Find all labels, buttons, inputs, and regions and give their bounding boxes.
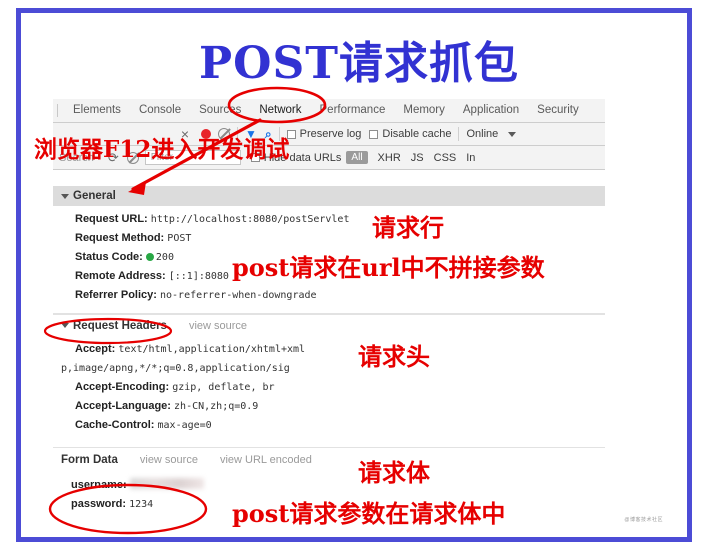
row-status-code: Status Code: 200 (75, 248, 621, 267)
general-rows: Request URL: http://localhost:8080/postS… (53, 206, 621, 307)
value-accept-language: zh-CN,zh;q=0.9 (174, 401, 259, 412)
value-referrer-policy: no-referrer-when-downgrade (160, 290, 317, 301)
tabbar-left-separator (57, 104, 58, 117)
section-title-general: General (73, 190, 116, 202)
row-accept-continued: p,image/apng,*/*;q=0.8,application/sig (61, 359, 351, 378)
tab-application[interactable]: Application (454, 99, 528, 122)
view-source-link-headers[interactable]: view source (189, 320, 247, 332)
hide-data-urls-label[interactable]: Hide data URLs (264, 152, 342, 164)
devtools-tabbar: Elements Console Sources Network Perform… (53, 99, 605, 123)
form-data-rows: username: password: 1234 (53, 472, 605, 516)
blue-frame-border: POST请求抓包 Elements Console Sources Networ… (16, 8, 692, 542)
value-username-redacted (129, 478, 204, 489)
key-request-url: Request URL: (75, 213, 148, 225)
value-request-url: http://localhost:8080/postServlet (150, 214, 350, 225)
filter-type-js[interactable]: JS (411, 152, 424, 164)
row-cache-control: Cache-Control: max-age=0 (75, 416, 351, 435)
value-accept-continued: p,image/apng,*/*;q=0.8,application/sig (61, 363, 290, 374)
devtools-panel: Elements Console Sources Network Perform… (53, 99, 621, 518)
filter-input[interactable]: Filter (144, 150, 241, 165)
view-source-link-form[interactable]: view source (140, 454, 198, 466)
row-password: password: 1234 (71, 495, 605, 514)
view-url-encoded-link[interactable]: view URL encoded (220, 454, 312, 466)
row-accept-encoding: Accept-Encoding: gzip, deflate, br (75, 378, 351, 397)
section-title-form-data: Form Data (61, 454, 118, 466)
search-icon[interactable]: ⌕ (265, 127, 272, 142)
tab-network[interactable]: Network (250, 99, 310, 122)
search-input[interactable]: Search (59, 152, 94, 164)
row-accept-language: Accept-Language: zh-CN,zh;q=0.9 (75, 397, 351, 416)
key-status-code: Status Code: (75, 251, 143, 263)
toolbar-separator-1 (237, 127, 238, 141)
filter-icon[interactable]: ▼ (245, 127, 257, 141)
filter-type-xhr[interactable]: XHR (378, 152, 401, 164)
network-filterbar: Search ⟳ Filter Hide data URLs All XHR J… (53, 146, 605, 170)
filter-type-img[interactable]: In (466, 152, 475, 164)
key-cache-control: Cache-Control: (75, 419, 155, 431)
key-remote-address: Remote Address: (75, 270, 166, 282)
key-accept-language: Accept-Language: (75, 400, 171, 412)
row-request-method: Request Method: POST (75, 229, 621, 248)
value-accept: text/html,application/xhtml+xml (118, 344, 306, 355)
value-password: 1234 (129, 499, 154, 510)
tab-memory[interactable]: Memory (394, 99, 454, 122)
page-title: POST请求抓包 (199, 38, 519, 89)
disable-cache-label[interactable]: Disable cache (382, 128, 451, 140)
refresh-icon[interactable]: ⟳ (108, 150, 119, 166)
disable-cache-checkbox[interactable] (369, 129, 379, 139)
section-header-general[interactable]: General (53, 186, 605, 206)
screenshot-root: POST请求抓包 Elements Console Sources Networ… (0, 0, 703, 554)
tab-sources[interactable]: Sources (190, 99, 250, 122)
panel-gap (53, 170, 605, 186)
toolbar-separator-3 (458, 127, 460, 141)
tab-console[interactable]: Console (130, 99, 190, 122)
key-referrer-policy: Referrer Policy: (75, 289, 157, 301)
toolbar-separator-2 (278, 127, 280, 141)
request-headers-rows: Accept: text/html,application/xhtml+xml … (53, 336, 351, 437)
record-icon[interactable] (201, 129, 211, 139)
key-accept-encoding: Accept-Encoding: (75, 381, 170, 393)
key-request-method: Request Method: (75, 232, 165, 244)
hide-data-urls-checkbox[interactable] (250, 153, 260, 162)
clear-filter-icon[interactable] (126, 151, 139, 164)
row-remote-address: Remote Address: [::1]:8080 (75, 267, 621, 286)
key-accept: Accept: (75, 343, 116, 355)
row-accept: Accept: text/html,application/xhtml+xml (75, 340, 351, 359)
throttling-select[interactable]: Online (466, 128, 498, 140)
clear-icon[interactable] (218, 128, 230, 140)
row-username: username: (71, 476, 605, 495)
section-title-request-headers: Request Headers (73, 319, 167, 332)
panel-bottom-spacer (53, 516, 605, 518)
chevron-down-icon[interactable] (61, 193, 69, 199)
watermark: @博客技术社区 (624, 517, 663, 523)
preserve-log-checkbox[interactable] (286, 129, 296, 139)
tab-security[interactable]: Security (528, 99, 588, 122)
tab-performance[interactable]: Performance (311, 99, 395, 122)
filter-type-all[interactable]: All (346, 151, 368, 164)
value-remote-address: [::1]:8080 (168, 271, 229, 282)
chevron-down-icon[interactable] (508, 131, 517, 137)
value-cache-control: max-age=0 (157, 420, 212, 431)
section-header-form-data[interactable]: Form Data view source view URL encoded (53, 448, 605, 472)
row-request-url: Request URL: http://localhost:8080/postS… (75, 210, 621, 229)
row-referrer-policy: Referrer Policy: no-referrer-when-downgr… (75, 286, 621, 305)
preserve-log-label[interactable]: Preserve log (300, 128, 362, 140)
value-status-code: 200 (155, 252, 174, 263)
filter-type-css[interactable]: CSS (434, 152, 457, 164)
status-ok-icon (145, 253, 154, 261)
network-toolbar: × ▼ ⌕ Preserve log Disable cache Online (53, 123, 605, 146)
value-request-method: POST (167, 233, 192, 244)
chevron-down-icon[interactable] (61, 323, 69, 328)
value-accept-encoding: gzip, deflate, br (172, 382, 275, 393)
tab-elements[interactable]: Elements (64, 99, 130, 122)
section-header-request-headers[interactable]: Request Headers view source (53, 314, 605, 336)
key-password: password: (71, 498, 127, 510)
key-username: username: (71, 479, 127, 491)
close-icon[interactable]: × (177, 127, 193, 141)
